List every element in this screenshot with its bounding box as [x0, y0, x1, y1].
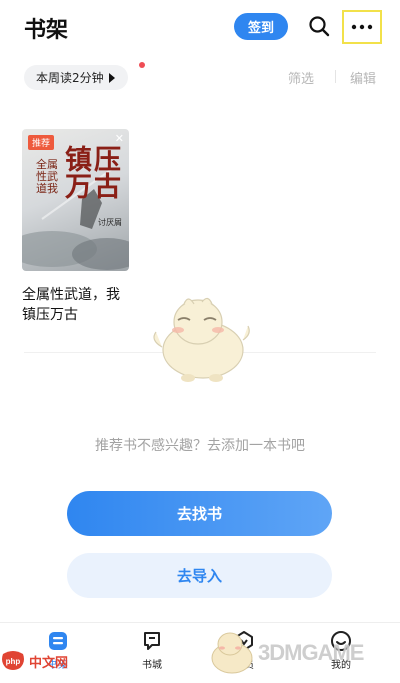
book-card[interactable]: 推荐 ✕ 全属性武道我 镇压万古 讨厌屑 全属性武道，我镇压万古 [22, 129, 130, 325]
watermark-left: php 中文网 [0, 650, 68, 672]
import-books-button[interactable]: 去导入 [67, 553, 332, 598]
bookstore-icon [144, 632, 160, 650]
book-cover[interactable]: 推荐 ✕ 全属性武道我 镇压万古 讨厌屑 [22, 129, 129, 271]
cover-badge: 推荐 [28, 135, 55, 150]
page-title: 书架 [24, 18, 69, 43]
more-dots-icon [351, 24, 373, 30]
search-icon [309, 16, 330, 37]
header-bar: 书架 签到 [0, 0, 400, 56]
book-title[interactable]: 全属性武道，我镇压万古 [22, 285, 132, 325]
svg-text:php: php [6, 657, 21, 666]
caret-right-icon [108, 72, 115, 83]
close-icon[interactable]: ✕ [115, 132, 124, 145]
cover-subtitle: 全属性武道我 [36, 158, 58, 195]
mascot-illustration [153, 297, 250, 382]
filter-button[interactable]: 筛选 [288, 68, 314, 87]
sign-in-button[interactable]: 签到 [234, 13, 288, 40]
watermark-right: 3DMGAME [206, 630, 364, 676]
action-divider [335, 70, 336, 83]
edit-button[interactable]: 编辑 [350, 68, 376, 87]
search-button[interactable] [305, 12, 333, 40]
reading-time-pill[interactable]: 本周读2分钟 [24, 65, 128, 90]
notification-dot [139, 62, 145, 68]
watermark-right-text: 3DMGAME [258, 640, 364, 665]
more-button[interactable] [342, 10, 382, 44]
cover-title: 镇压万古 [65, 145, 123, 203]
watermark-left-text: 中文网 [29, 654, 69, 670]
reading-time-label: 本周读2分钟 [36, 71, 104, 85]
watermark-mascot-icon [211, 632, 253, 674]
php-logo-icon: php [2, 651, 24, 670]
find-books-button[interactable]: 去找书 [67, 491, 332, 536]
empty-state-message: 推荐书不感兴趣？去添加一本书吧 [95, 438, 305, 454]
tab-bookstore-label: 书城 [142, 660, 162, 671]
tab-bookstore[interactable]: 书城 [122, 629, 182, 671]
cover-author: 讨厌屑 [98, 218, 122, 227]
